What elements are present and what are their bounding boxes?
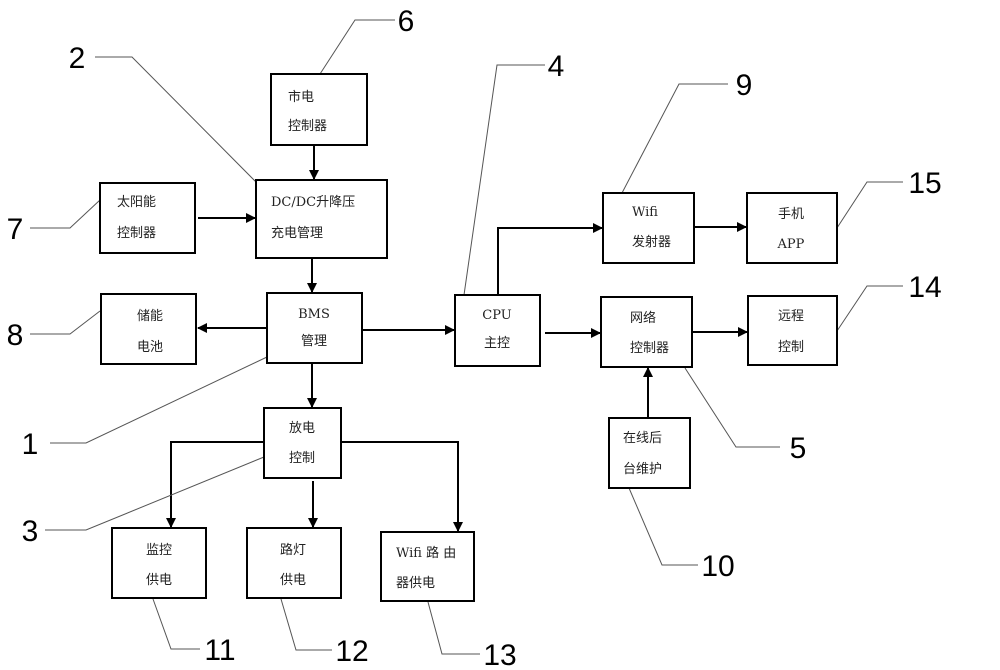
block-wifi-router-power-line1: Wifi 路 由 xyxy=(396,545,456,561)
block-bms-line1: BMS xyxy=(298,307,330,322)
block-streetlight-power-line1: 路灯 xyxy=(280,542,306,558)
leader-7 xyxy=(30,199,101,229)
block-storage-battery-line2: 电池 xyxy=(137,340,163,355)
block-discharge-control-line1: 放电 xyxy=(289,421,315,436)
block-network-controller-line1: 网络 xyxy=(630,310,656,326)
leader-6 xyxy=(319,19,395,75)
ref-number-1: 1 xyxy=(22,428,39,461)
block-mains-controller-line1: 市电 xyxy=(288,89,314,105)
block-dcdc-charge-line2: 充电管理 xyxy=(271,225,323,241)
leader-11 xyxy=(152,598,200,650)
block-remote-control-line2: 控制 xyxy=(778,340,804,355)
block-wifi-router-power-line2: 器供电 xyxy=(396,576,435,591)
block-streetlight-power: 路灯 供电 xyxy=(246,527,342,599)
block-monitor-power-line1: 监控 xyxy=(146,543,172,558)
block-cpu-main-line1: CPU xyxy=(482,308,511,323)
ref-number-2: 2 xyxy=(69,42,86,75)
leader-1 xyxy=(50,356,268,444)
leader-13 xyxy=(427,601,480,655)
block-mains-controller-line2: 控制器 xyxy=(288,119,327,134)
block-monitor-power-line2: 供电 xyxy=(146,573,172,588)
block-discharge-control-line2: 控制 xyxy=(289,451,315,466)
ref-number-3: 3 xyxy=(22,515,39,548)
block-streetlight-power-line2: 供电 xyxy=(280,573,306,588)
leader-2 xyxy=(95,56,258,184)
ref-number-10: 10 xyxy=(701,550,734,583)
leader-12 xyxy=(280,598,332,651)
ref-number-15: 15 xyxy=(908,167,941,200)
ref-number-11: 11 xyxy=(204,634,235,667)
ref-number-9: 9 xyxy=(736,69,753,102)
arrow-cpu-to-wifi-transmitter xyxy=(497,223,603,295)
block-storage-battery-line1: 储能 xyxy=(137,309,163,324)
block-wifi-transmitter: Wifi 发射器 xyxy=(602,192,695,264)
block-phone-app-line1: 手机 xyxy=(778,207,804,222)
block-online-maintenance-line1: 在线后 xyxy=(623,431,662,446)
block-mains-controller: 市电 控制器 xyxy=(270,73,368,146)
arrow-discharge-to-monitor xyxy=(166,441,264,528)
leader-5 xyxy=(684,367,780,448)
block-remote-control: 远程 控制 xyxy=(747,295,838,366)
block-wifi-router-power: Wifi 路 由 器供电 xyxy=(380,531,475,602)
block-solar-controller-line1: 太阳能 xyxy=(117,195,156,210)
block-online-maintenance-line2: 台维护 xyxy=(623,462,662,477)
block-monitor-power: 监控 供电 xyxy=(111,527,207,599)
block-storage-battery: 储能 电池 xyxy=(100,293,197,365)
ref-number-6: 6 xyxy=(398,5,415,38)
ref-number-14: 14 xyxy=(908,271,941,304)
ref-number-7: 7 xyxy=(7,213,24,246)
block-dcdc-charge-line1: DC/DC升降压 xyxy=(271,195,355,210)
block-bms-line2: 管理 xyxy=(301,334,327,349)
block-dcdc-charge: DC/DC升降压 充电管理 xyxy=(255,179,388,259)
blocks: 市电 控制器 DC/DC升降压 充电管理 太阳能 控制器 BMS 管理 储能 电… xyxy=(99,73,838,602)
leader-3 xyxy=(45,456,265,531)
arrow-discharge-to-wifi-router xyxy=(341,441,463,532)
ref-number-12: 12 xyxy=(335,635,368,668)
block-solar-controller: 太阳能 控制器 xyxy=(99,182,196,254)
block-solar-controller-line2: 控制器 xyxy=(117,226,156,241)
leader-14 xyxy=(834,285,903,335)
leader-4 xyxy=(463,64,545,296)
block-bms: BMS 管理 xyxy=(266,292,363,364)
block-phone-app-line2: APP xyxy=(777,237,805,252)
block-wifi-transmitter-line1: Wifi xyxy=(632,205,658,220)
leader-10 xyxy=(628,487,698,566)
leader-9 xyxy=(621,83,728,194)
leader-8 xyxy=(30,310,101,335)
ref-number-8: 8 xyxy=(7,319,24,352)
block-online-maintenance: 在线后 台维护 xyxy=(608,417,691,489)
block-cpu-main-line2: 主控 xyxy=(484,336,510,351)
block-diagram: 市电 控制器 DC/DC升降压 充电管理 太阳能 控制器 BMS 管理 储能 电… xyxy=(7,5,942,670)
ref-number-5: 5 xyxy=(790,432,807,465)
block-phone-app: 手机 APP xyxy=(746,192,838,264)
block-discharge-control: 放电 控制 xyxy=(263,407,342,479)
leader-15 xyxy=(834,181,903,232)
block-remote-control-line1: 远程 xyxy=(778,309,804,324)
block-network-controller: 网络 控制器 xyxy=(600,296,693,368)
ref-number-4: 4 xyxy=(548,50,565,83)
ref-number-13: 13 xyxy=(483,639,516,670)
block-wifi-transmitter-line2: 发射器 xyxy=(632,234,671,250)
block-cpu-main: CPU 主控 xyxy=(454,294,541,367)
block-network-controller-line2: 控制器 xyxy=(630,341,669,356)
